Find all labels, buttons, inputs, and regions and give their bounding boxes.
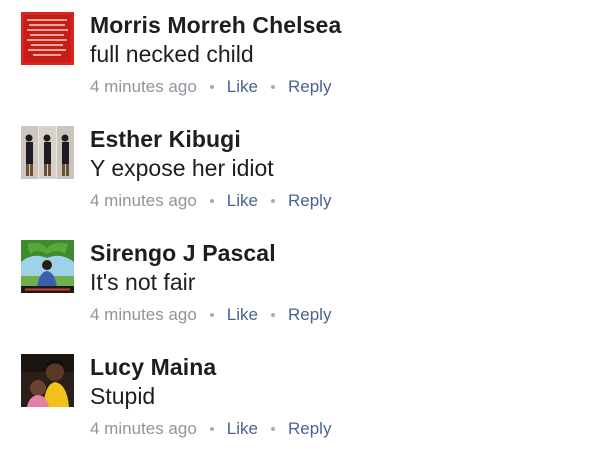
avatar[interactable] — [21, 12, 74, 65]
separator-dot — [209, 199, 214, 203]
reply-button[interactable]: Reply — [288, 77, 331, 97]
separator-dot — [270, 427, 275, 431]
comment-list: Morris Morreh Chelsea full necked child … — [0, 0, 600, 468]
comment-author[interactable]: Sirengo J Pascal — [90, 240, 276, 267]
separator-dot — [209, 313, 214, 317]
like-button[interactable]: Like — [227, 419, 258, 439]
separator-dot — [209, 85, 214, 89]
comment-text: Stupid — [90, 383, 156, 409]
comment-author[interactable]: Lucy Maina — [90, 354, 216, 381]
comment-timestamp: 4 minutes ago — [90, 305, 197, 324]
comment-author[interactable]: Esther Kibugi — [90, 126, 241, 153]
separator-dot — [270, 85, 275, 89]
comment-timestamp: 4 minutes ago — [90, 191, 197, 210]
comment-text: full necked child — [90, 41, 254, 67]
comment-meta: 4 minutes ago Like Reply — [90, 305, 331, 325]
separator-dot — [209, 427, 214, 431]
comment-text: It's not fair — [90, 269, 196, 295]
comment-author[interactable]: Morris Morreh Chelsea — [90, 12, 341, 39]
red-text-poster-avatar-icon — [21, 12, 74, 65]
separator-dot — [270, 199, 275, 203]
two-people-selfie-avatar-icon — [21, 354, 74, 407]
comment-item: Lucy Maina Stupid 4 minutes ago Like Rep… — [0, 342, 600, 452]
comment-item: Sirengo J Pascal It's not fair 4 minutes… — [0, 228, 600, 338]
separator-dot — [270, 313, 275, 317]
avatar[interactable] — [21, 126, 74, 179]
like-button[interactable]: Like — [227, 305, 258, 325]
like-button[interactable]: Like — [227, 77, 258, 97]
comment-meta: 4 minutes ago Like Reply — [90, 77, 331, 97]
comment-timestamp: 4 minutes ago — [90, 77, 197, 96]
comment-timestamp: 4 minutes ago — [90, 419, 197, 438]
avatar[interactable] — [21, 240, 74, 293]
three-figures-avatar-icon — [21, 126, 74, 179]
reply-button[interactable]: Reply — [288, 191, 331, 211]
comment-meta: 4 minutes ago Like Reply — [90, 419, 331, 439]
reply-button[interactable]: Reply — [288, 305, 331, 325]
comment-meta: 4 minutes ago Like Reply — [90, 191, 331, 211]
avatar[interactable] — [21, 354, 74, 407]
like-button[interactable]: Like — [227, 191, 258, 211]
comment-text: Y expose her idiot — [90, 155, 274, 181]
man-under-tree-avatar-icon — [21, 240, 74, 293]
comment-item: Morris Morreh Chelsea full necked child … — [0, 0, 600, 110]
comment-item: Esther Kibugi Y expose her idiot 4 minut… — [0, 114, 600, 224]
reply-button[interactable]: Reply — [288, 419, 331, 439]
